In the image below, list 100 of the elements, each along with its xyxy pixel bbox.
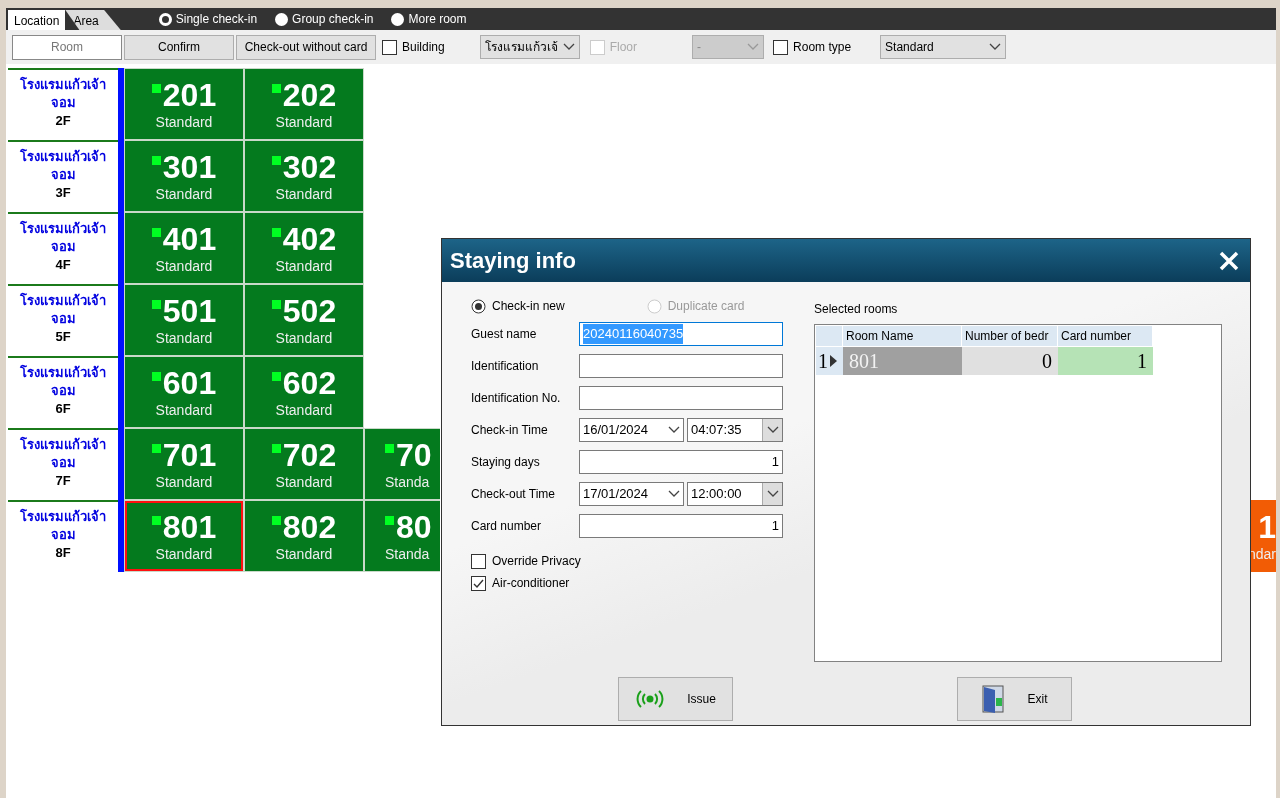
room-tile[interactable]: 401 Standard (124, 212, 244, 284)
room-tile[interactable]: 802 Standard (244, 500, 364, 572)
chevron-icon (766, 426, 779, 434)
field-label: Check-out Time (471, 486, 557, 503)
radio-option[interactable]: More room (391, 10, 467, 28)
room-number: 201 (162, 77, 217, 113)
room-tile[interactable]: 80 Standa (364, 500, 440, 572)
room-type: Standard (275, 113, 333, 131)
room-tile[interactable]: 801 Standard (124, 500, 244, 572)
dropdown[interactable]: Standard (880, 35, 1007, 59)
input-field[interactable]: 1 (579, 514, 783, 538)
tab[interactable]: Location (8, 10, 66, 30)
input-field[interactable]: 20240116040735 (579, 322, 783, 346)
issue-button[interactable]: Issue (618, 677, 733, 721)
room-number: 80 (396, 509, 432, 545)
room-number: 602 (282, 365, 337, 401)
section-label: Selected rooms (814, 301, 899, 318)
toolbar-button[interactable]: Check-out without card (236, 34, 376, 60)
toolbar-button[interactable]: Confirm (124, 34, 234, 60)
hotel-name: โรงแรมแก้วเจ้าจอม (19, 220, 107, 256)
room-type: Standard (155, 113, 213, 131)
input-field[interactable] (579, 354, 783, 378)
filter-label: Room type (793, 39, 852, 56)
exit-button[interactable]: Exit (957, 677, 1072, 721)
room-type: Standard (155, 473, 213, 491)
room-type: Standard (275, 401, 333, 419)
room-tile[interactable]: 302 Standard (244, 140, 364, 212)
room-tile[interactable]: 301 Standard (124, 140, 244, 212)
checkbox-label: Air-conditioner (492, 575, 570, 592)
column-header: Number of bedr (962, 326, 1058, 346)
table-cell: 1 (1058, 347, 1153, 375)
room-number: 401 (162, 221, 217, 257)
room-tile[interactable]: 502 Standard (244, 284, 364, 356)
room-tile[interactable]: 601 Standard (124, 356, 244, 428)
field-label: Identification No. (471, 390, 562, 407)
row-pointer-icon (830, 355, 837, 367)
checkbox[interactable] (773, 39, 789, 55)
room-number: 70 (396, 437, 432, 473)
room-tile[interactable]: 701 Standard (124, 428, 244, 500)
hotel-name: โรงแรมแก้วเจ้าจอม (19, 436, 107, 472)
room-tile[interactable]: 70 Standa (364, 428, 440, 500)
chevron-icon (766, 490, 779, 498)
close-icon[interactable] (1218, 249, 1240, 272)
input-field[interactable] (579, 386, 783, 410)
checkbox-label: Override Privacy (492, 553, 581, 570)
room-number: 502 (282, 293, 337, 329)
checkbox[interactable] (471, 553, 486, 569)
room-tile[interactable]: 202 Standard (244, 68, 364, 140)
time-field[interactable]: 12:00:00 (687, 482, 783, 506)
chevron-icon (747, 43, 760, 51)
room-type: Standa (385, 545, 430, 563)
table-cell: 0 (962, 347, 1058, 375)
room-type: Standard (155, 401, 213, 419)
room-type: Standa (385, 473, 430, 491)
chevron-icon (668, 426, 680, 434)
tab[interactable]: Area (65, 10, 121, 30)
room-tile[interactable]: 702 Standard (244, 428, 364, 500)
room-type: Standard (275, 185, 333, 203)
room-number: 301 (162, 149, 217, 185)
hotel-name: โรงแรมแก้วเจ้าจอม (19, 292, 107, 328)
radio-option[interactable]: Group check-in (275, 10, 374, 28)
filter-label-disabled: Floor (609, 39, 638, 56)
room-tile[interactable]: 201 Standard (124, 68, 244, 140)
room-tile[interactable]: 501 Standard (124, 284, 244, 356)
room-type: Standard (275, 257, 333, 275)
chevron-icon (562, 43, 575, 51)
room-type: Standard (155, 329, 213, 347)
column-header: Card number (1058, 326, 1153, 346)
hotel-name: โรงแรมแก้วเจ้าจอม (19, 364, 107, 400)
room-type: Standard (275, 329, 333, 347)
date-field[interactable]: 16/01/2024 (579, 418, 684, 442)
filter-label: Building (402, 39, 445, 56)
room-number: 701 (162, 437, 217, 473)
room-number: 202 (282, 77, 337, 113)
row-header: 1 (816, 347, 843, 375)
time-field[interactable]: 04:07:35 (687, 418, 783, 442)
radio-option[interactable]: Check-in new (471, 297, 565, 315)
hotel-name: โรงแรมแก้วเจ้าจอม (19, 148, 107, 184)
date-field[interactable]: 17/01/2024 (579, 482, 684, 506)
checkbox[interactable] (382, 39, 397, 55)
room-tile[interactable]: 402 Standard (244, 212, 364, 284)
hotel-name: โรงแรมแก้วเจ้าจอม (19, 76, 107, 112)
room-number: 402 (282, 221, 337, 257)
room-type: Standard (275, 545, 333, 563)
checkbox[interactable] (471, 575, 486, 591)
input-field[interactable]: 1 (579, 450, 783, 474)
room-type: Standard (155, 185, 213, 203)
room-number: 802 (282, 509, 337, 545)
room-tile[interactable]: 602 Standard (244, 356, 364, 428)
floor-label: 7F (55, 472, 71, 490)
hotel-name: โรงแรมแก้วเจ้าจอม (19, 508, 107, 544)
toolbar-button[interactable]: Room (12, 34, 122, 60)
field-label: Card number (471, 518, 543, 535)
dropdown[interactable]: โรงแรมแก้วเจ้ (479, 35, 580, 59)
field-label: Identification (471, 358, 540, 375)
radio-option[interactable]: Single check-in (158, 10, 258, 28)
floor-label: 6F (55, 400, 71, 418)
table-cell: 801 (843, 347, 962, 375)
chevron-icon (989, 43, 1002, 51)
chevron-icon (668, 490, 680, 498)
